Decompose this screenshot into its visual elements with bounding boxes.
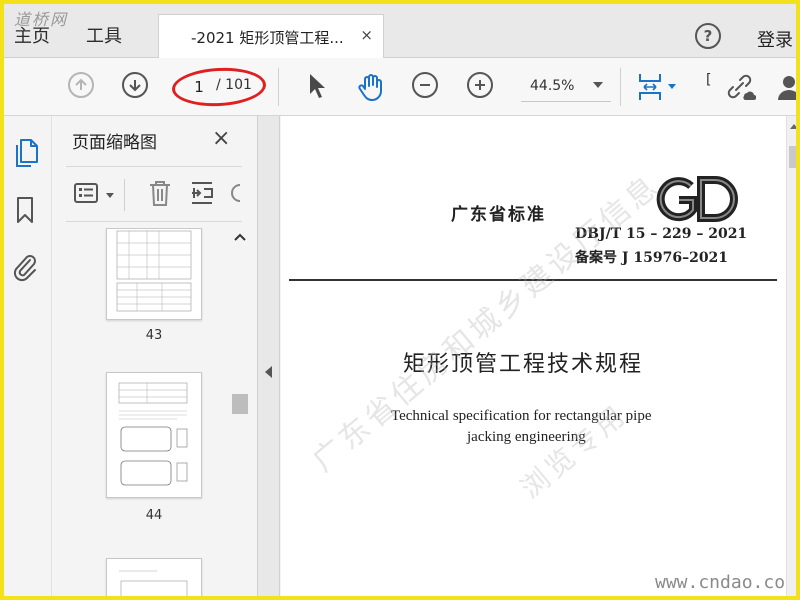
zoom-in-icon[interactable] bbox=[467, 72, 493, 98]
chevron-down-icon[interactable] bbox=[668, 84, 676, 89]
gd-logo bbox=[656, 176, 738, 222]
panel-toolbar bbox=[66, 166, 242, 222]
collapse-left-icon[interactable] bbox=[265, 366, 272, 378]
close-tab-icon[interactable]: × bbox=[360, 26, 373, 44]
attachment-icon[interactable] bbox=[12, 252, 38, 282]
chevron-down-icon[interactable] bbox=[593, 82, 603, 88]
toolbar-divider bbox=[278, 68, 279, 106]
page-thumbnail-image bbox=[118, 382, 188, 486]
toolbar-divider bbox=[620, 68, 621, 106]
select-cursor-icon[interactable] bbox=[306, 72, 328, 100]
bracket-icon: [ bbox=[706, 72, 712, 88]
page-thumbnail[interactable] bbox=[106, 228, 202, 320]
zoom-value: 44.5% bbox=[530, 78, 575, 94]
document-view[interactable]: 广东省标准 DBJ/T 15 – 229 – 2021 备案号 J 15976–… bbox=[281, 116, 800, 600]
tab-document[interactable]: -2021 矩形顶管工程... × bbox=[158, 14, 384, 58]
standard-label: 广东省标准 bbox=[451, 205, 546, 225]
fit-page-icon[interactable] bbox=[637, 72, 663, 102]
delete-icon[interactable] bbox=[148, 179, 172, 207]
close-icon[interactable]: × bbox=[212, 126, 230, 151]
zoom-out-icon[interactable] bbox=[412, 72, 438, 98]
prev-page-icon[interactable] bbox=[68, 72, 94, 98]
user-icon[interactable] bbox=[778, 74, 800, 100]
tab-bar: 道桥网 主页 工具 -2021 矩形顶管工程... × ? 登录 bbox=[0, 0, 800, 58]
login-button[interactable]: 登录 bbox=[757, 26, 793, 52]
page-thumbnail-image bbox=[116, 230, 192, 312]
options-menu-icon[interactable] bbox=[74, 183, 102, 205]
page-thumbnail[interactable] bbox=[106, 372, 202, 498]
thumbnail-page-number: 43 bbox=[145, 328, 163, 343]
toolbar-divider bbox=[124, 179, 125, 211]
site-url-watermark: www.cndao.com bbox=[655, 572, 796, 593]
toolbar: 1 / 101 44.5% [ bbox=[0, 58, 800, 116]
link-icon[interactable] bbox=[724, 72, 756, 102]
next-page-icon[interactable] bbox=[122, 72, 148, 98]
document-scrollbar[interactable] bbox=[786, 116, 800, 600]
tab-tools[interactable]: 工具 bbox=[86, 22, 122, 48]
scrollbar-thumb[interactable] bbox=[789, 146, 799, 168]
tab-document-label: -2021 矩形顶管工程... bbox=[191, 29, 344, 47]
thumbnail-list: 43 44 bbox=[52, 228, 240, 600]
annotation-ellipse bbox=[171, 65, 267, 109]
side-rail bbox=[0, 116, 52, 600]
scroll-up-icon[interactable] bbox=[790, 124, 798, 129]
thumbnails-panel: 页面缩略图 × 43 44 bbox=[52, 116, 258, 600]
page-thumbnail-image bbox=[119, 570, 188, 600]
page-thumbnail[interactable] bbox=[106, 558, 202, 600]
rotate-icon[interactable] bbox=[226, 181, 242, 205]
insert-page-icon[interactable] bbox=[190, 179, 214, 207]
tab-home[interactable]: 主页 bbox=[14, 22, 50, 48]
scroll-up-icon[interactable] bbox=[233, 232, 247, 242]
thumbnail-page-number: 44 bbox=[145, 508, 163, 523]
scrollbar-thumb[interactable] bbox=[232, 394, 248, 414]
thumbnail-scrollbar[interactable] bbox=[231, 228, 247, 600]
panel-collapse-strip[interactable] bbox=[258, 116, 280, 600]
page-thumbnails-icon[interactable] bbox=[13, 138, 39, 168]
help-icon[interactable]: ? bbox=[695, 23, 721, 49]
hand-tool-icon[interactable] bbox=[356, 72, 386, 102]
bookmark-icon[interactable] bbox=[15, 196, 35, 224]
panel-title: 页面缩略图 bbox=[72, 133, 157, 153]
chevron-down-icon[interactable] bbox=[106, 193, 114, 198]
